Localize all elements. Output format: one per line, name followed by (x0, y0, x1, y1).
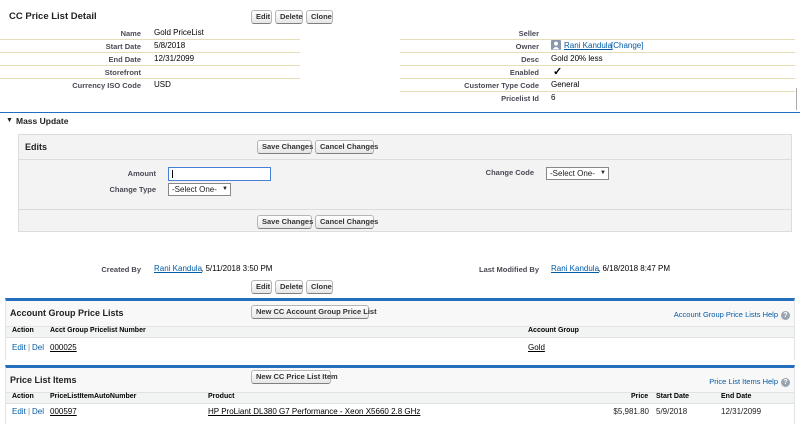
column-header: Acct Group Pricelist Number (50, 327, 146, 334)
change-code-select[interactable]: -Select One- ▼ (546, 167, 609, 180)
column-header: Action (12, 393, 34, 400)
row-del-link[interactable]: Del (32, 343, 44, 352)
currency-label: Currency ISO Code (72, 81, 141, 90)
page-title: CC Price List Detail (9, 11, 97, 22)
column-header: Price (631, 393, 649, 400)
chevron-down-icon: ▼ (600, 170, 606, 176)
desc-label: Desc (521, 55, 539, 64)
edit-button[interactable]: Edit (251, 10, 272, 24)
price-list-items-title: Price List Items (10, 375, 77, 385)
price-value: $5,981.80 (613, 407, 649, 416)
row-edit-link[interactable]: Edit (12, 407, 26, 416)
account-group-help-link[interactable]: Account Group Price Lists Help? (674, 310, 790, 320)
product-link[interactable]: HP ProLiant DL380 G7 Performance - Xeon … (208, 407, 420, 416)
chevron-down-icon: ▼ (222, 186, 228, 192)
mass-update-title: Mass Update (16, 116, 69, 126)
edits-panel: Edits (18, 134, 792, 232)
pricelist-id-value: 6 (551, 93, 556, 102)
new-account-group-price-list-button[interactable]: New CC Account Group Price List (251, 305, 377, 319)
pricelist-id-label: Pricelist Id (501, 94, 539, 103)
currency-value: USD (154, 80, 171, 89)
edits-title: Edits (25, 142, 48, 152)
last-modified-label: Last Modified By (478, 265, 539, 274)
change-code-value: -Select One- (550, 169, 595, 178)
delete-button[interactable]: Delete (275, 10, 303, 24)
created-date: , 5/11/2018 3:50 PM (201, 264, 273, 273)
clone-button-bottom[interactable]: Clone (306, 280, 333, 294)
name-value: Gold PriceList (154, 28, 204, 37)
end-date-cell: 12/31/2099 (721, 407, 762, 416)
enabled-label: Enabled (509, 68, 539, 77)
start-date-cell: 5/9/2018 (656, 407, 688, 416)
column-header: Start Date (656, 393, 690, 400)
price-list-items-help-link[interactable]: Price List Items Help? (709, 377, 790, 387)
clone-button[interactable]: Clone (306, 10, 333, 24)
column-header: PriceListItemAutoNumber (50, 393, 137, 400)
cancel-changes-button-top[interactable]: Cancel Changes (315, 140, 378, 154)
column-header: Action (12, 327, 34, 334)
end-date-label: End Date (108, 55, 141, 64)
owner-label: Owner (515, 42, 539, 51)
help-icon: ? (781, 310, 790, 320)
change-code-label: Change Code (485, 168, 534, 177)
row-action-separator: | (28, 343, 31, 352)
save-changes-button-top[interactable]: Save Changes (257, 140, 313, 154)
new-price-list-item-button[interactable]: New CC Price List Item (251, 370, 338, 384)
delete-button-bottom[interactable]: Delete (275, 280, 303, 294)
price-list-item-number-link[interactable]: 000597 (50, 407, 77, 416)
mass-update-toggle-icon[interactable]: ▼ (6, 117, 13, 124)
column-header: Account Group (528, 327, 579, 334)
start-date-value: 5/8/2018 (154, 41, 186, 50)
owner-change-link[interactable]: [Change] (611, 41, 643, 50)
created-by-label: Created By (101, 265, 141, 274)
row-edit-link[interactable]: Edit (12, 343, 26, 352)
change-type-value: -Select One- (172, 185, 217, 194)
seller-label: Seller (518, 29, 539, 38)
start-date-label: Start Date (105, 42, 141, 51)
owner-avatar-icon (551, 40, 561, 50)
last-modified-link[interactable]: Rani Kandula (551, 264, 599, 273)
acct-group-pricelist-number-link[interactable]: 000025 (50, 343, 77, 352)
created-by-link[interactable]: Rani Kandula (154, 264, 202, 273)
cancel-changes-button-bottom[interactable]: Cancel Changes (315, 215, 378, 229)
enabled-check-icon: ✓ (553, 66, 563, 78)
edit-button-bottom[interactable]: Edit (251, 280, 272, 294)
column-header: End Date (721, 393, 752, 400)
customer-type-code-value: General (551, 80, 580, 89)
owner-link[interactable]: Rani Kandula (564, 41, 612, 50)
column-header: Product (208, 393, 235, 400)
storefront-label: Storefront (104, 68, 141, 77)
row-del-link[interactable]: Del (32, 407, 44, 416)
row-action-separator: | (28, 407, 31, 416)
customer-type-code-label: Customer Type Code (464, 81, 539, 90)
desc-value: Gold 20% less (551, 54, 603, 63)
change-type-label: Change Type (109, 185, 156, 194)
name-label: Name (120, 29, 141, 38)
change-type-select[interactable]: -Select One- ▼ (168, 183, 231, 196)
account-group-link[interactable]: Gold (528, 343, 545, 352)
amount-input[interactable] (168, 167, 271, 181)
end-date-value: 12/31/2099 (154, 54, 195, 63)
account-group-title: Account Group Price Lists (10, 308, 124, 318)
last-modified-date: , 6/18/2018 8:47 PM (598, 264, 671, 273)
amount-label: Amount (127, 169, 156, 178)
save-changes-button-bottom[interactable]: Save Changes (257, 215, 313, 229)
help-icon: ? (781, 377, 790, 387)
